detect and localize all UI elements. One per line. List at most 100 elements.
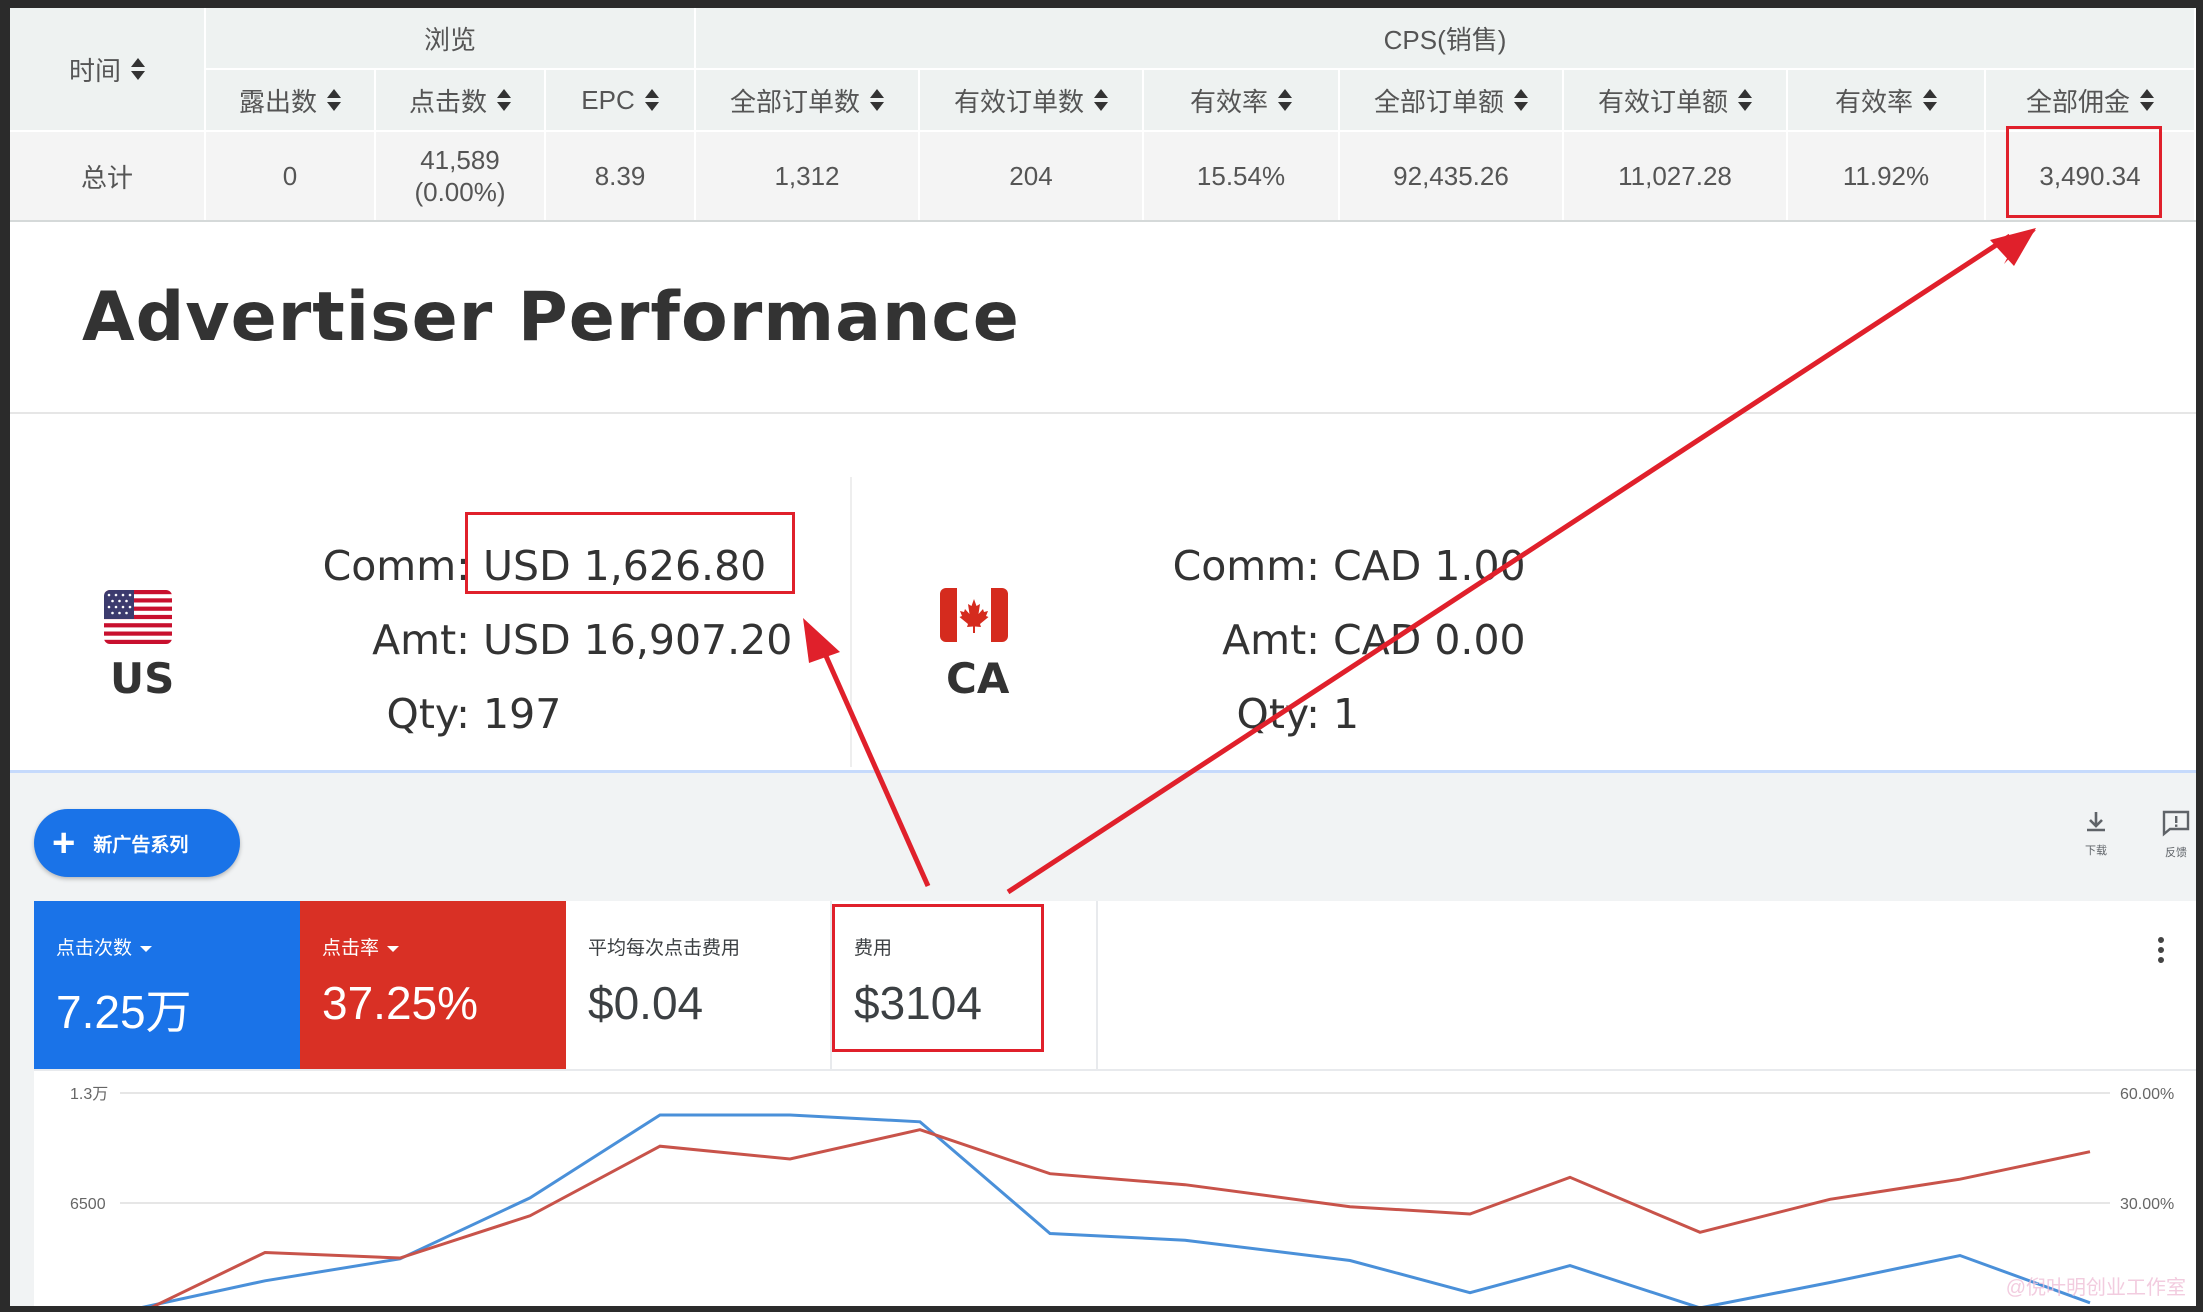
group-cps: CPS(销售) bbox=[696, 8, 2196, 70]
col-header[interactable]: 全部订单额 bbox=[1340, 70, 1564, 132]
total-cell-value: 11,027.28 bbox=[1618, 160, 1732, 191]
total-cell: 92,435.26 bbox=[1340, 132, 1564, 220]
amt-label: Amt: bbox=[372, 616, 470, 664]
ca-amt: Amt: CAD 0.00 bbox=[1110, 616, 1526, 664]
comm-value: CAD 1.00 bbox=[1333, 542, 1526, 590]
col-header-label: 有效率 bbox=[1834, 86, 1913, 117]
highlight-total-commission bbox=[2006, 126, 2162, 218]
col-header-label: 点击数 bbox=[408, 86, 487, 117]
total-cell-value: 41,589 bbox=[420, 145, 500, 175]
group-cps-label: CPS(销售) bbox=[1383, 24, 1507, 55]
metric-label-text: 点击率 bbox=[322, 938, 380, 959]
sort-icon[interactable] bbox=[2140, 88, 2154, 112]
total-cell-value: 92,435.26 bbox=[1393, 160, 1509, 191]
total-cell: 11.92% bbox=[1788, 132, 1986, 220]
metric-card[interactable]: 平均每次点击费用 $0.04 bbox=[566, 901, 832, 1069]
metric-card[interactable]: 点击次数 7.25万 bbox=[34, 901, 300, 1069]
col-header-label: 露出数 bbox=[238, 86, 317, 117]
metric-label-text: 点击次数 bbox=[56, 938, 133, 959]
sort-icon[interactable] bbox=[327, 88, 341, 112]
sort-icon[interactable] bbox=[131, 57, 145, 81]
total-label-text: 总计 bbox=[80, 162, 133, 193]
amt-value: USD 16,907.20 bbox=[483, 616, 793, 664]
new-campaign-button[interactable]: + 新广告系列 bbox=[34, 809, 240, 877]
screenshot-panel: 时间 浏览 CPS(销售) 露出数 点击数 EPC 全部订单数 有效订单数 有效率 全部订单… bbox=[10, 8, 2196, 1306]
feedback-button[interactable]: 反馈 bbox=[2146, 809, 2196, 860]
highlight-cost bbox=[832, 904, 1044, 1052]
sort-icon[interactable] bbox=[644, 88, 659, 112]
qty-label: Qty: bbox=[1236, 690, 1320, 738]
total-cell: 11,027.28 bbox=[1564, 132, 1788, 220]
col-header-label: 全部佣金 bbox=[2025, 86, 2130, 117]
country-code-ca: CA bbox=[946, 654, 1010, 703]
total-cell: 41,589 (0.00%) bbox=[376, 132, 546, 220]
col-header-label: 有效订单额 bbox=[1597, 86, 1728, 117]
total-cell: 15.54% bbox=[1144, 132, 1340, 220]
col-time-label: 时间 bbox=[68, 55, 121, 86]
metric-label-text: 平均每次点击费用 bbox=[588, 938, 741, 959]
qty-value: 1 bbox=[1333, 690, 1360, 738]
comm-label: Comm: bbox=[322, 542, 470, 590]
total-cell-value: 1,312 bbox=[774, 160, 840, 191]
metric-label: 平均每次点击费用 bbox=[588, 933, 830, 960]
sort-icon[interactable] bbox=[1738, 88, 1752, 112]
qty-value: 197 bbox=[483, 690, 562, 738]
divider bbox=[34, 1069, 2196, 1071]
total-cell-value: 0 bbox=[282, 160, 298, 191]
country-code-us: US bbox=[110, 654, 175, 703]
col-header[interactable]: EPC bbox=[546, 70, 696, 132]
feedback-label: 反馈 bbox=[2165, 847, 2187, 859]
download-button[interactable]: 下载 bbox=[2066, 809, 2126, 858]
metric-value: 7.25万 bbox=[56, 986, 192, 1038]
sort-icon[interactable] bbox=[1514, 88, 1528, 112]
sort-icon[interactable] bbox=[1094, 88, 1108, 112]
metric-value: $0.04 bbox=[588, 977, 704, 1029]
col-header[interactable]: 有效订单数 bbox=[920, 70, 1144, 132]
plus-icon: + bbox=[52, 821, 76, 865]
new-campaign-label: 新广告系列 bbox=[93, 834, 189, 856]
col-header[interactable]: 有效订单额 bbox=[1564, 70, 1788, 132]
comm-label: Comm: bbox=[1172, 542, 1320, 590]
ca-comm: Comm: CAD 1.00 bbox=[1110, 542, 1526, 590]
page-title: Advertiser Performance bbox=[82, 278, 1020, 357]
feedback-icon bbox=[2162, 810, 2190, 837]
col-header-label: 全部订单额 bbox=[1373, 86, 1504, 117]
ads-dashboard: + 新广告系列 下载 反馈 点击次数 7.25万 点击率 37.25% 平均每次点击费用… bbox=[10, 770, 2196, 1306]
sort-icon[interactable] bbox=[1278, 88, 1292, 112]
us-qty: Qty: 197 bbox=[260, 690, 562, 738]
metric-value: 37.25% bbox=[322, 977, 479, 1029]
total-cell-value: 11.92% bbox=[1842, 160, 1930, 191]
divider bbox=[10, 412, 2196, 414]
col-header[interactable]: 全部佣金 bbox=[1986, 70, 2196, 132]
advertiser-performance: Advertiser Performance US Comm: USD 1,62… bbox=[10, 222, 2196, 772]
col-header-label: EPC bbox=[581, 84, 635, 115]
metric-label: 点击次数 bbox=[56, 933, 300, 960]
col-header-label: 有效率 bbox=[1189, 86, 1268, 117]
metric-label: 点击率 bbox=[322, 933, 566, 960]
metric-card[interactable]: 点击率 37.25% bbox=[300, 901, 566, 1069]
col-header[interactable]: 有效率 bbox=[1788, 70, 1986, 132]
total-cell-value: 8.39 bbox=[594, 160, 646, 191]
dropdown-arrow-icon[interactable] bbox=[387, 945, 400, 952]
col-time-header[interactable]: 时间 bbox=[10, 8, 206, 132]
amt-label: Amt: bbox=[1222, 616, 1320, 664]
dropdown-arrow-icon[interactable] bbox=[140, 945, 153, 952]
ca-flag-icon bbox=[940, 588, 1008, 642]
sort-icon[interactable] bbox=[497, 88, 511, 112]
more-options-icon[interactable] bbox=[2158, 937, 2166, 967]
total-cell: 204 bbox=[920, 132, 1144, 220]
col-header[interactable]: 全部订单数 bbox=[696, 70, 920, 132]
group-browse-label: 浏览 bbox=[423, 24, 476, 55]
total-cell-pct: (0.00%) bbox=[414, 177, 506, 207]
col-header[interactable]: 露出数 bbox=[206, 70, 376, 132]
sort-icon[interactable] bbox=[1923, 88, 1937, 112]
qty-label: Qty: bbox=[386, 690, 470, 738]
metrics-card: 点击次数 7.25万 点击率 37.25% 平均每次点击费用 $0.04 费用 $3104 bbox=[34, 901, 2196, 1306]
total-cell: 0 bbox=[206, 132, 376, 220]
col-header[interactable]: 有效率 bbox=[1144, 70, 1340, 132]
col-header-label: 有效订单数 bbox=[953, 86, 1084, 117]
col-header[interactable]: 点击数 bbox=[376, 70, 546, 132]
sort-icon[interactable] bbox=[870, 88, 884, 112]
watermark: @倪叶明创业工作室 bbox=[2005, 1277, 2186, 1299]
col-header-label: 全部订单数 bbox=[729, 86, 860, 117]
